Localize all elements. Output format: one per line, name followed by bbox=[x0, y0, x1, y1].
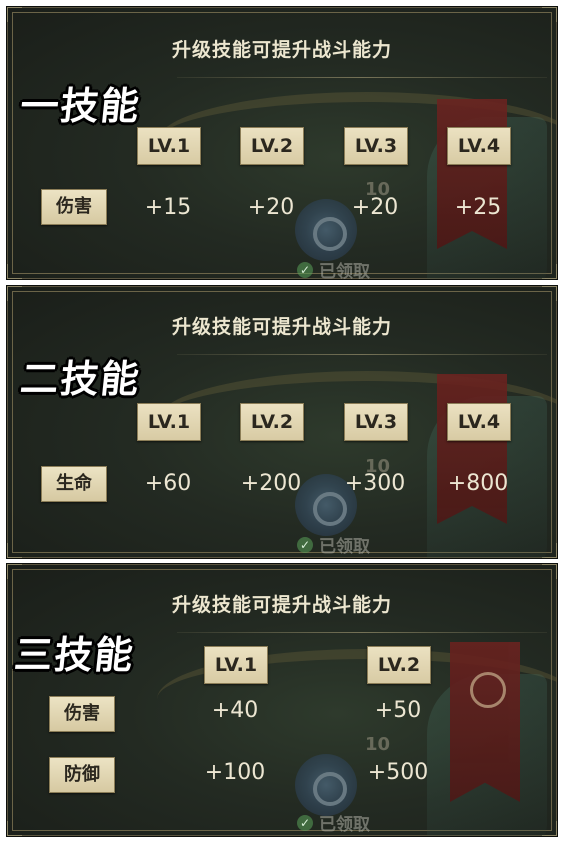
background-ten: 10 bbox=[365, 734, 391, 755]
title-divider bbox=[177, 354, 547, 355]
claimed-status: ✓ 已领取 bbox=[297, 810, 370, 835]
corner-ornament bbox=[542, 7, 557, 22]
shield-emblem-icon bbox=[295, 754, 357, 816]
panel-title: 升级技能可提升战斗能力 bbox=[171, 39, 392, 61]
stat-value: +500 bbox=[367, 760, 429, 785]
panel-title: 升级技能可提升战斗能力 bbox=[171, 594, 392, 616]
red-banner-icon bbox=[437, 374, 507, 524]
level-tag-3: LV.3 bbox=[344, 403, 408, 441]
claimed-status: ✓ 已领取 bbox=[297, 532, 370, 557]
red-banner-icon bbox=[450, 642, 520, 802]
corner-ornament bbox=[7, 564, 22, 579]
title-divider bbox=[177, 632, 547, 633]
corner-ornament bbox=[7, 264, 22, 279]
level-tag-2: LV.2 bbox=[240, 127, 304, 165]
red-banner-icon bbox=[437, 99, 507, 249]
panel-title: 升级技能可提升战斗能力 bbox=[171, 316, 392, 338]
corner-ornament bbox=[7, 7, 22, 22]
level-tag-2: LV.2 bbox=[240, 403, 304, 441]
skill-name: 三技能 bbox=[12, 633, 137, 677]
stat-value: +40 bbox=[211, 698, 259, 723]
stat-value: +100 bbox=[204, 760, 266, 785]
stat-value: +60 bbox=[144, 471, 192, 496]
stat-value: +300 bbox=[344, 471, 406, 496]
check-circle-icon: ✓ bbox=[297, 814, 313, 831]
corner-ornament bbox=[7, 286, 22, 301]
claimed-label: 已领取 bbox=[319, 815, 370, 835]
stat-label-defense: 防御 bbox=[49, 757, 115, 793]
stat-value: +20 bbox=[247, 195, 295, 220]
level-tag-4: LV.4 bbox=[447, 127, 511, 165]
stat-value: +25 bbox=[454, 195, 502, 220]
level-tag-3: LV.3 bbox=[344, 127, 408, 165]
stat-value: +200 bbox=[240, 471, 302, 496]
level-tag-1: LV.1 bbox=[137, 403, 201, 441]
corner-ornament bbox=[7, 543, 22, 558]
stat-label-damage: 伤害 bbox=[41, 189, 107, 225]
claimed-status: ✓ 已领取 bbox=[297, 257, 370, 280]
corner-ornament bbox=[542, 286, 557, 301]
skill-name: 二技能 bbox=[18, 357, 143, 401]
stat-label-hp: 生命 bbox=[41, 466, 107, 502]
corner-ornament bbox=[542, 564, 557, 579]
skill-name: 一技能 bbox=[18, 84, 143, 128]
skill-panel-3: 10 ✓ 已领取 升级技能可提升战斗能力 三技能 LV.1 LV.2 伤害 +4… bbox=[6, 563, 558, 837]
stat-value: +50 bbox=[374, 698, 422, 723]
claimed-label: 已领取 bbox=[319, 537, 370, 557]
corner-ornament bbox=[7, 821, 22, 836]
stat-label-damage: 伤害 bbox=[49, 696, 115, 732]
stat-value: +20 bbox=[351, 195, 399, 220]
title-divider bbox=[177, 77, 547, 78]
check-circle-icon: ✓ bbox=[297, 536, 313, 553]
level-tag-2: LV.2 bbox=[367, 646, 431, 684]
skill-panel-1: 10 ✓ 已领取 升级技能可提升战斗能力 一技能 LV.1 LV.2 LV.3 … bbox=[6, 6, 558, 280]
stat-value: +800 bbox=[447, 471, 509, 496]
level-tag-1: LV.1 bbox=[137, 127, 201, 165]
banner-emblem-icon bbox=[470, 672, 506, 708]
stat-value: +15 bbox=[144, 195, 192, 220]
skill-panel-2: 10 ✓ 已领取 升级技能可提升战斗能力 二技能 LV.1 LV.2 LV.3 … bbox=[6, 285, 558, 559]
level-tag-1: LV.1 bbox=[204, 646, 268, 684]
claimed-label: 已领取 bbox=[319, 262, 370, 280]
level-tag-4: LV.4 bbox=[447, 403, 511, 441]
check-circle-icon: ✓ bbox=[297, 261, 313, 278]
